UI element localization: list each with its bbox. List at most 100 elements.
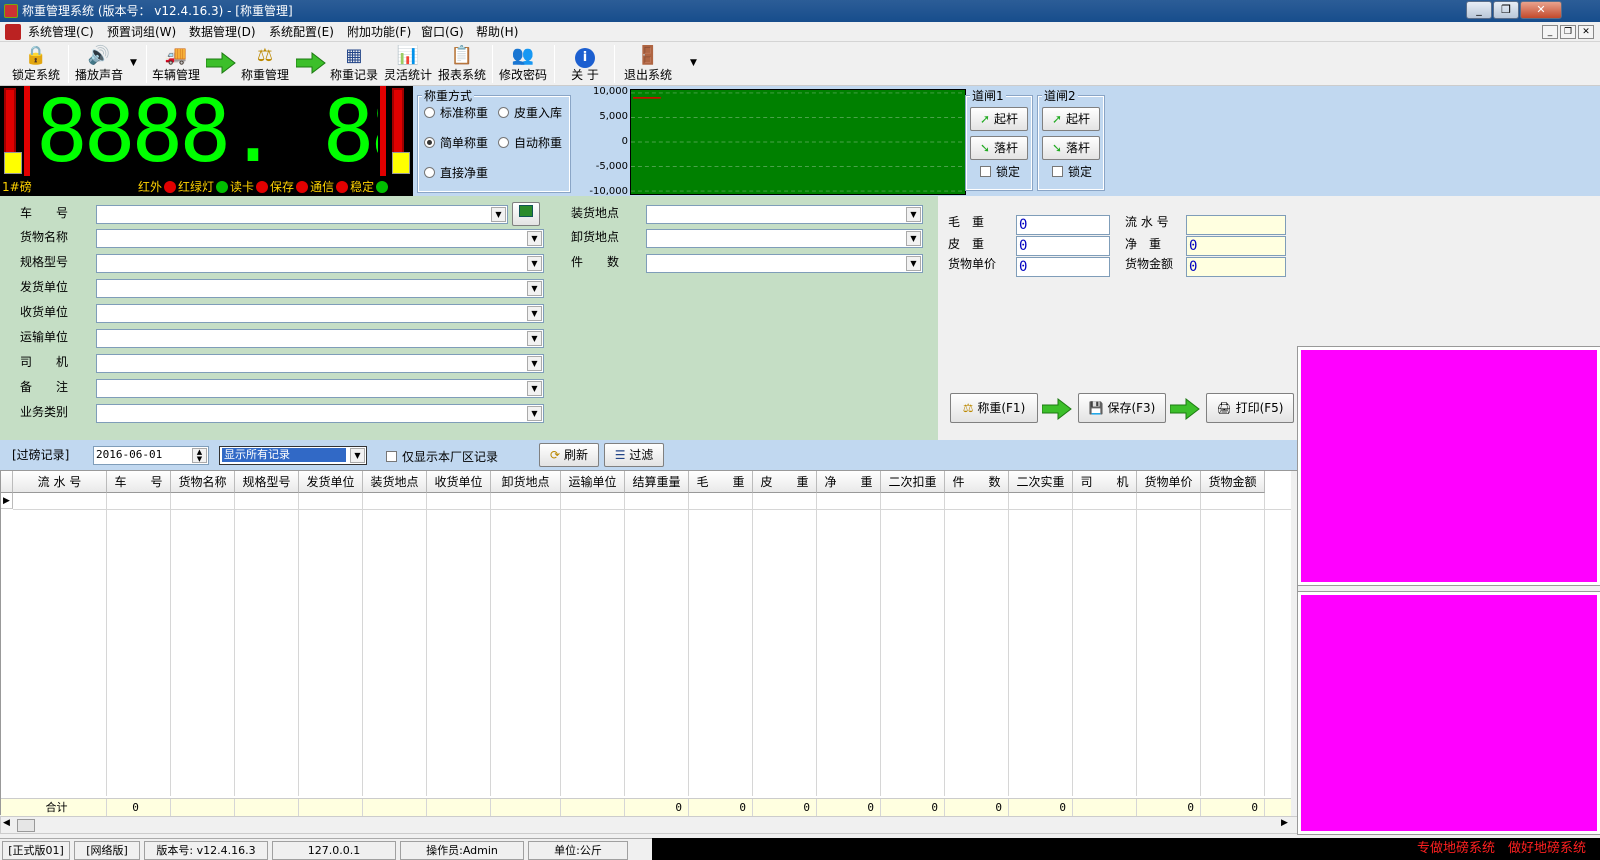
exit-dropdown-icon[interactable]: ▼ bbox=[690, 58, 697, 68]
sound-dropdown-icon[interactable]: ▼ bbox=[130, 58, 137, 68]
column-header[interactable]: 货物名称 bbox=[171, 471, 235, 493]
column-header[interactable]: 毛 重 bbox=[689, 471, 753, 493]
receiver-combo[interactable]: ▼ bbox=[96, 304, 544, 323]
gross-weight-field[interactable]: 0 bbox=[1016, 215, 1110, 235]
menu-presets[interactable]: 预置词组(W) bbox=[107, 24, 176, 40]
about-button[interactable]: i 关 于 bbox=[560, 42, 610, 86]
weighing-management-button[interactable]: ⚖ 称重管理 bbox=[238, 42, 292, 86]
chevron-down-icon[interactable]: ▼ bbox=[906, 256, 921, 271]
filter-button[interactable]: ☰ 过滤 bbox=[604, 443, 664, 467]
business-type-combo[interactable]: ▼ bbox=[96, 404, 544, 423]
chevron-down-icon[interactable]: ▼ bbox=[906, 231, 921, 246]
local-only-checkbox[interactable]: 仅显示本厂区记录 bbox=[386, 450, 498, 464]
carrier-combo[interactable]: ▼ bbox=[96, 329, 544, 348]
gate2-raise-button[interactable]: ➚ 起杆 bbox=[1042, 107, 1100, 131]
column-header[interactable]: 车 号 bbox=[107, 471, 171, 493]
column-header[interactable]: 二次实重 bbox=[1009, 471, 1073, 493]
maximize-button[interactable]: ❐ bbox=[1493, 1, 1519, 19]
chevron-down-icon[interactable]: ▼ bbox=[527, 356, 542, 371]
chevron-down-icon[interactable]: ▼ bbox=[527, 381, 542, 396]
close-button[interactable]: ✕ bbox=[1520, 1, 1562, 19]
mdi-close-button[interactable]: ✕ bbox=[1578, 25, 1594, 39]
record-scope-select[interactable]: 显示所有记录 ▼ bbox=[219, 446, 367, 465]
play-sound-button[interactable]: 🔊 播放声音 bbox=[70, 42, 128, 86]
menu-system[interactable]: 系统管理(C) bbox=[28, 24, 94, 40]
menu-data[interactable]: 数据管理(D) bbox=[189, 24, 256, 40]
scroll-left-icon[interactable]: ◀ bbox=[3, 818, 10, 828]
mode-direct-net-radio[interactable]: 直接净重 bbox=[424, 166, 488, 180]
column-header[interactable]: 发货单位 bbox=[299, 471, 363, 493]
vehicle-lookup-button[interactable] bbox=[512, 202, 540, 226]
chevron-down-icon[interactable]: ▼ bbox=[527, 231, 542, 246]
horizontal-scrollbar[interactable]: ◀ ▶ bbox=[0, 816, 1298, 834]
unloading-place-combo[interactable]: ▼ bbox=[646, 229, 923, 248]
scroll-thumb[interactable] bbox=[17, 819, 35, 832]
exit-system-button[interactable]: 🚪 退出系统 bbox=[620, 42, 676, 86]
menu-window[interactable]: 窗口(G) bbox=[421, 24, 464, 40]
column-header[interactable]: 二次扣重 bbox=[881, 471, 945, 493]
gate1-lower-button[interactable]: ➘ 落杆 bbox=[970, 136, 1028, 160]
column-header[interactable]: 装货地点 bbox=[363, 471, 427, 493]
remarks-combo[interactable]: ▼ bbox=[96, 379, 544, 398]
column-header[interactable]: 货物金额 bbox=[1201, 471, 1265, 493]
chevron-down-icon[interactable]: ▼ bbox=[906, 207, 921, 222]
mdi-minimize-button[interactable]: _ bbox=[1542, 25, 1558, 39]
mode-auto-radio[interactable]: 自动称重 bbox=[498, 136, 562, 150]
chevron-down-icon[interactable]: ▼ bbox=[491, 207, 506, 222]
column-header[interactable]: 货物单价 bbox=[1137, 471, 1201, 493]
lock-system-button[interactable]: 🔒 锁定系统 bbox=[6, 42, 66, 86]
spinner-icon[interactable]: ▲ ▼ bbox=[192, 448, 207, 463]
vehicle-management-button[interactable]: 🚚 车辆管理 bbox=[150, 42, 202, 86]
mdi-restore-button[interactable]: ❐ bbox=[1560, 25, 1576, 39]
print-button[interactable]: 🖨 打印(F5) bbox=[1206, 393, 1294, 423]
column-header[interactable]: 司 机 bbox=[1073, 471, 1137, 493]
refresh-button[interactable]: ⟳ 刷新 bbox=[539, 443, 599, 467]
chevron-down-icon[interactable]: ▼ bbox=[350, 448, 365, 463]
chevron-down-icon[interactable]: ▼ bbox=[527, 281, 542, 296]
column-header[interactable]: 件 数 bbox=[945, 471, 1009, 493]
piece-count-combo[interactable]: ▼ bbox=[646, 254, 923, 273]
menu-config[interactable]: 系统配置(E) bbox=[269, 24, 334, 40]
column-header[interactable]: 规格型号 bbox=[235, 471, 299, 493]
date-picker[interactable]: 2016-06-01 ▲ ▼ bbox=[93, 446, 209, 465]
records-table[interactable]: 流 水 号车 号货物名称 规格型号 发货单位 装货地点 收货单位 卸货地点 运输单位 结算重量… bbox=[0, 470, 1298, 817]
row-selector-icon[interactable]: ▶ bbox=[1, 493, 13, 509]
column-header[interactable]: 运输单位 bbox=[561, 471, 625, 493]
gate2-lock-checkbox[interactable]: 锁定 bbox=[1052, 165, 1092, 179]
column-header[interactable]: 收货单位 bbox=[427, 471, 491, 493]
gate1-lock-checkbox[interactable]: 锁定 bbox=[980, 165, 1020, 179]
save-button[interactable]: 💾 保存(F3) bbox=[1078, 393, 1166, 423]
column-header[interactable]: 卸货地点 bbox=[491, 471, 561, 493]
column-header[interactable]: 结算重量 bbox=[625, 471, 689, 493]
shipper-combo[interactable]: ▼ bbox=[96, 279, 544, 298]
weigh-button[interactable]: ⚖ 称重(F1) bbox=[950, 393, 1038, 423]
chevron-down-icon[interactable]: ▼ bbox=[527, 306, 542, 321]
chevron-down-icon[interactable]: ▼ bbox=[527, 406, 542, 421]
chart-y-tick-label: 10,000 bbox=[593, 86, 628, 97]
gate2-lower-button[interactable]: ➘ 落杆 bbox=[1042, 136, 1100, 160]
flexible-stats-button[interactable]: 📊 灵活统计 bbox=[382, 42, 434, 86]
goods-name-combo[interactable]: ▼ bbox=[96, 229, 544, 248]
mode-simple-radio[interactable]: 简单称重 bbox=[424, 136, 488, 150]
gate1-raise-button[interactable]: ➚ 起杆 bbox=[970, 107, 1028, 131]
change-password-button[interactable]: 👥 修改密码 bbox=[496, 42, 550, 86]
menu-help[interactable]: 帮助(H) bbox=[476, 24, 518, 40]
report-system-button[interactable]: 📋 报表系统 bbox=[436, 42, 488, 86]
chevron-down-icon[interactable]: ▼ bbox=[527, 256, 542, 271]
vehicle-number-combo[interactable]: ▼ bbox=[96, 205, 508, 224]
loading-place-combo[interactable]: ▼ bbox=[646, 205, 923, 224]
mode-standard-radio[interactable]: 标准称重 bbox=[424, 106, 488, 120]
tare-weight-field[interactable]: 0 bbox=[1016, 236, 1110, 256]
column-header[interactable]: 流 水 号 bbox=[13, 471, 107, 493]
column-header[interactable]: 净 重 bbox=[817, 471, 881, 493]
driver-combo[interactable]: ▼ bbox=[96, 354, 544, 373]
column-header[interactable]: 皮 重 bbox=[753, 471, 817, 493]
unit-price-field[interactable]: 0 bbox=[1016, 257, 1110, 277]
spec-model-combo[interactable]: ▼ bbox=[96, 254, 544, 273]
mode-tare-storage-radio[interactable]: 皮重入库 bbox=[498, 106, 562, 120]
scroll-right-icon[interactable]: ▶ bbox=[1281, 818, 1288, 828]
minimize-button[interactable]: _ bbox=[1466, 1, 1492, 19]
weighing-records-button[interactable]: ▦ 称重记录 bbox=[328, 42, 380, 86]
chevron-down-icon[interactable]: ▼ bbox=[527, 331, 542, 346]
menu-addons[interactable]: 附加功能(F) bbox=[347, 24, 411, 40]
